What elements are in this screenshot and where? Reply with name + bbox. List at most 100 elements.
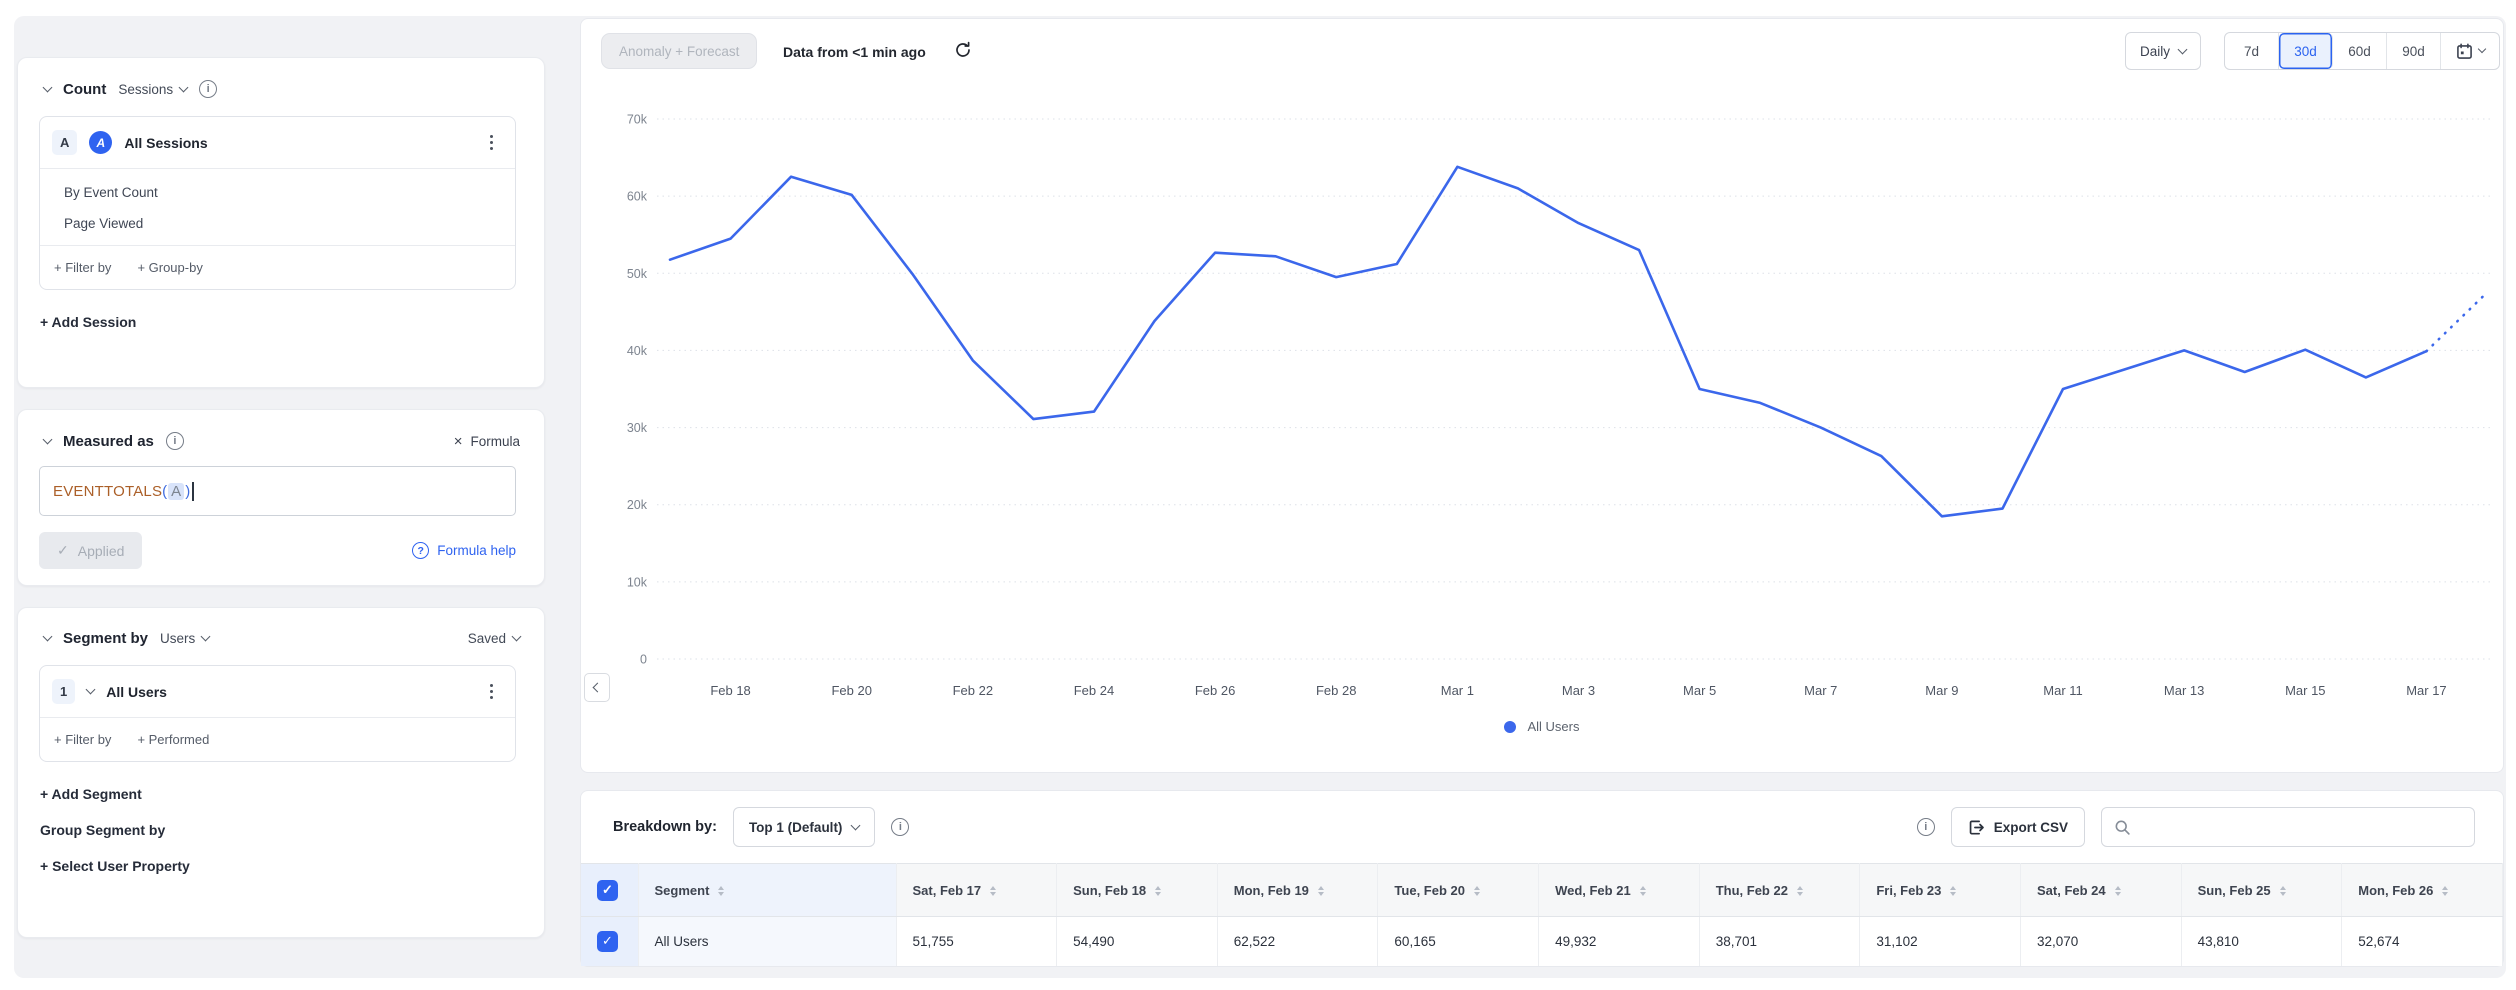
session-name[interactable]: All Sessions [124, 135, 207, 151]
sort-icon[interactable] [1950, 886, 1956, 897]
y-tick-label: 70k [627, 113, 648, 127]
formula-function: EVENTTOTALS [53, 483, 162, 500]
checkbox-checked[interactable]: ✓ [597, 880, 618, 901]
segment-type-value: Users [160, 631, 195, 646]
breakdown-value: Top 1 (Default) [749, 820, 843, 835]
y-tick-label: 0 [640, 653, 647, 667]
all-users-line[interactable] [670, 167, 2426, 517]
date-column-header[interactable]: Wed, Feb 21 [1539, 864, 1700, 917]
value-cell: 43,810 [2181, 917, 2342, 966]
x-tick-label: Feb 22 [953, 683, 993, 698]
breakdown-by-label: Breakdown by: [613, 819, 717, 835]
value-cell: 49,932 [1539, 917, 1700, 966]
sort-icon[interactable] [1640, 886, 1646, 897]
formula-help-link[interactable]: ?Formula help [412, 542, 516, 559]
chevron-down-icon [512, 632, 522, 642]
sort-icon[interactable] [1474, 886, 1480, 897]
date-column-header[interactable]: Sun, Feb 25 [2181, 864, 2342, 917]
calendar-range-button[interactable] [2441, 33, 2499, 69]
session-badge: A [52, 130, 77, 155]
sessions-line-chart: 70k60k50k40k30k20k10k0Feb 18Feb 20Feb 22… [581, 19, 2503, 772]
date-column-header[interactable]: Sat, Feb 24 [2020, 864, 2181, 917]
breakdown-panel: Breakdown by: Top 1 (Default) i i Export… [580, 790, 2504, 967]
sort-icon[interactable] [2280, 886, 2286, 897]
chevron-down-icon [179, 82, 189, 92]
breakdown-table: ✓ Segment Sat, Feb 17 Sun, Feb 18 Mon, Feb 1… [581, 863, 2503, 966]
remove-formula-button[interactable]: × Formula [454, 433, 520, 450]
legend-dot [1504, 721, 1516, 733]
sort-icon[interactable] [1155, 886, 1161, 897]
close-icon: × [454, 433, 463, 450]
date-column-header[interactable]: Thu, Feb 22 [1699, 864, 1860, 917]
granularity-dropdown[interactable]: Daily [2125, 32, 2201, 70]
segment-filter-by-button[interactable]: + Filter by [54, 732, 111, 747]
kebab-menu-icon[interactable] [484, 132, 499, 154]
collapse-measured-icon[interactable] [43, 434, 53, 444]
export-csv-button[interactable]: Export CSV [1951, 807, 2085, 847]
breakdown-dropdown[interactable]: Top 1 (Default) [733, 807, 876, 847]
segment-column-header[interactable]: Segment [638, 864, 896, 917]
formula-paren-open: ( [162, 483, 167, 500]
add-session-button[interactable]: + Add Session [18, 290, 544, 330]
applied-button[interactable]: ✓Applied [39, 532, 142, 569]
collapse-segment-icon[interactable] [43, 632, 53, 642]
segment-type-dropdown[interactable]: Users [160, 631, 209, 646]
group-by-button[interactable]: + Group-by [137, 260, 202, 275]
date-column-header[interactable]: Mon, Feb 19 [1217, 864, 1378, 917]
text-cursor [192, 482, 194, 501]
row-select-cell: ✓ [581, 917, 638, 966]
refresh-icon[interactable] [954, 41, 972, 64]
x-tick-label: Mar 1 [1441, 683, 1474, 698]
search-input[interactable] [2140, 820, 2462, 835]
kebab-menu-icon[interactable] [484, 681, 499, 703]
table-info-icon[interactable]: i [1917, 818, 1935, 836]
count-title: Count [63, 81, 106, 98]
range-90d-button[interactable]: 90d [2387, 33, 2441, 69]
date-column-header[interactable]: Sun, Feb 18 [1057, 864, 1218, 917]
count-info-icon[interactable]: i [199, 80, 217, 98]
collapse-count-icon[interactable] [43, 82, 53, 92]
range-7d-button[interactable]: 7d [2225, 33, 2279, 69]
segment-by-card: Segment by Users Saved 1 All Users + Fil… [17, 607, 545, 938]
breakdown-info-icon[interactable]: i [891, 818, 909, 836]
x-tick-label: Feb 18 [710, 683, 750, 698]
sort-icon[interactable] [718, 886, 724, 897]
sort-icon[interactable] [990, 886, 996, 897]
anomaly-forecast-button[interactable]: Anomaly + Forecast [601, 33, 757, 69]
segment-by-title: Segment by [63, 630, 148, 647]
range-30d-button[interactable]: 30d [2279, 33, 2333, 69]
sort-icon[interactable] [2442, 886, 2448, 897]
chart-legend[interactable]: All Users [581, 719, 2503, 734]
collapse-chart-button[interactable] [584, 673, 610, 702]
sort-icon[interactable] [2115, 886, 2121, 897]
y-tick-label: 10k [627, 575, 648, 589]
count-type-dropdown[interactable]: Sessions [118, 82, 187, 97]
formula-input[interactable]: EVENTTOTALS(A) [39, 466, 516, 516]
page-viewed-row[interactable]: Page Viewed [64, 216, 499, 231]
segment-expand-icon[interactable] [86, 685, 96, 695]
column-header-label: Sat, Feb 17 [913, 883, 982, 898]
formula-help-label: Formula help [437, 543, 516, 558]
filter-by-button[interactable]: + Filter by [54, 260, 111, 275]
calendar-icon [2456, 43, 2473, 60]
by-event-count-row[interactable]: By Event Count [64, 185, 499, 200]
date-column-header[interactable]: Sat, Feb 17 [896, 864, 1057, 917]
date-column-header[interactable]: Mon, Feb 26 [2342, 864, 2503, 917]
checkbox-checked[interactable]: ✓ [597, 931, 618, 952]
table-search[interactable] [2101, 807, 2475, 847]
segment-name[interactable]: All Users [106, 684, 167, 700]
date-column-header[interactable]: Fri, Feb 23 [1860, 864, 2021, 917]
range-60d-button[interactable]: 60d [2333, 33, 2387, 69]
measured-info-icon[interactable]: i [166, 432, 184, 450]
add-segment-button[interactable]: + Add Segment [18, 762, 544, 802]
column-header-label: Sun, Feb 18 [1073, 883, 1146, 898]
performed-button[interactable]: + Performed [137, 732, 209, 747]
sort-icon[interactable] [1318, 886, 1324, 897]
saved-dropdown[interactable]: Saved [468, 631, 520, 646]
select-user-property-button[interactable]: + Select User Property [18, 838, 544, 874]
sort-icon[interactable] [1797, 886, 1803, 897]
x-tick-label: Mar 7 [1804, 683, 1837, 698]
x-tick-label: Feb 24 [1074, 683, 1114, 698]
date-column-header[interactable]: Tue, Feb 20 [1378, 864, 1539, 917]
value-cell: 32,070 [2020, 917, 2181, 966]
